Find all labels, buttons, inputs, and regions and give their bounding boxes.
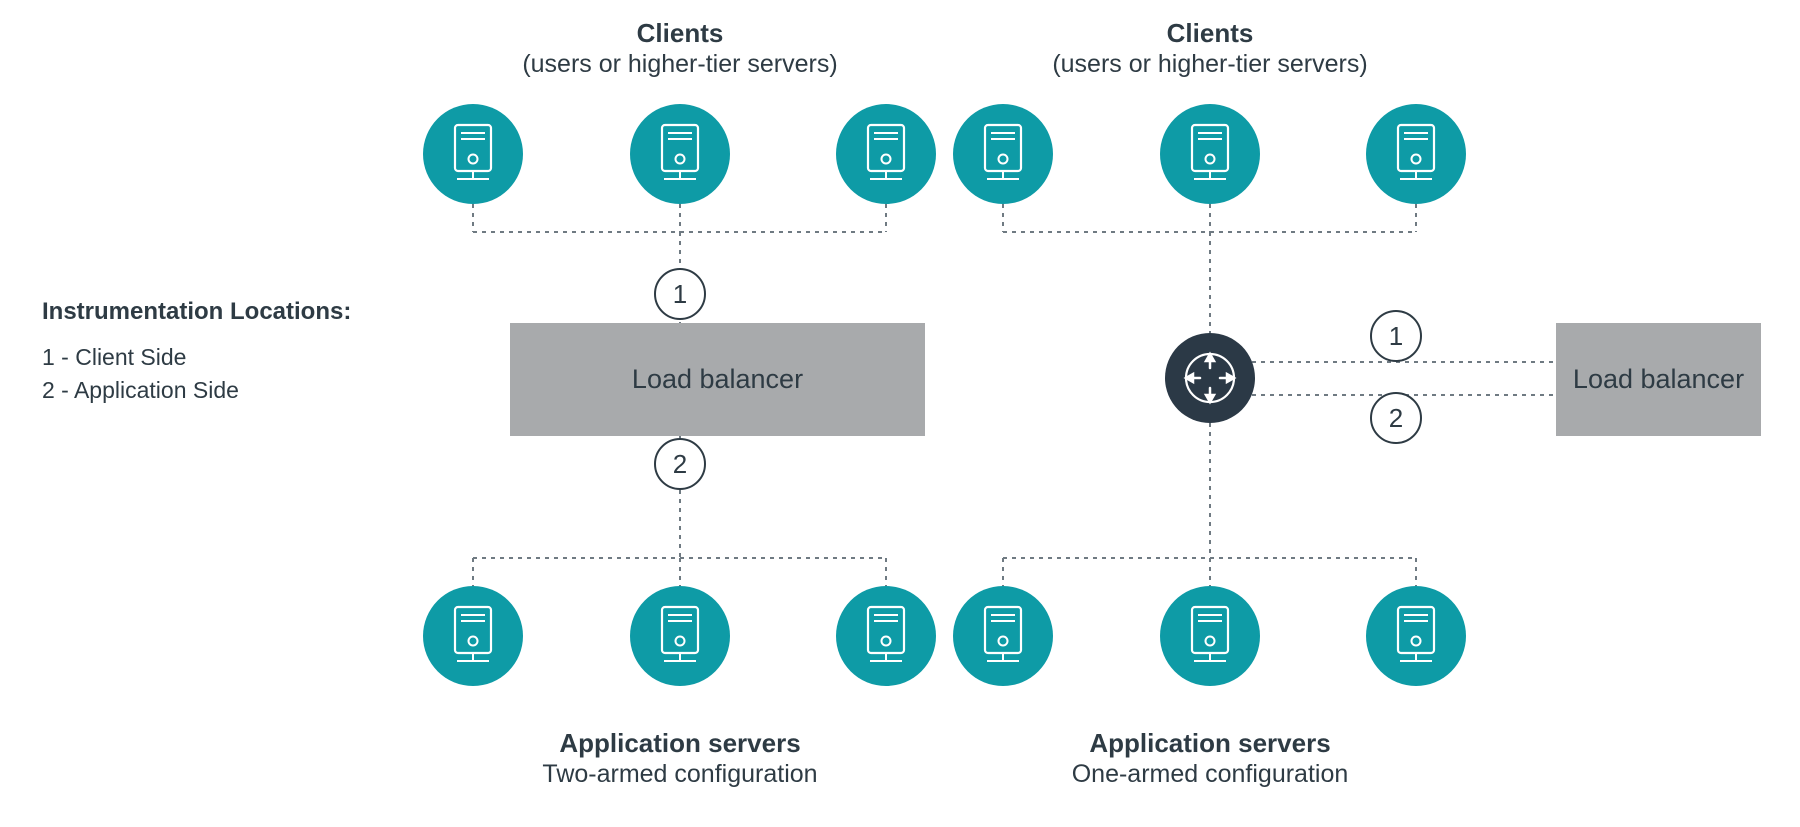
right-servers-title: Application servers <box>1010 728 1410 759</box>
legend: Instrumentation Locations: 1 - Client Si… <box>42 298 351 404</box>
right-client-server-1 <box>953 104 1053 204</box>
server-icon <box>1180 119 1240 189</box>
right-app-server-2 <box>1160 586 1260 686</box>
router-node <box>1165 333 1255 423</box>
marker-label: 1 <box>673 279 687 310</box>
left-load-balancer: Load balancer <box>510 323 925 436</box>
server-icon <box>973 601 1033 671</box>
lb-label: Load balancer <box>1573 363 1744 395</box>
left-marker-2: 2 <box>654 438 706 490</box>
left-servers-title: Application servers <box>480 728 880 759</box>
server-icon <box>1386 601 1446 671</box>
left-client-server-3 <box>836 104 936 204</box>
server-icon <box>443 119 503 189</box>
right-app-server-3 <box>1366 586 1466 686</box>
marker-label: 1 <box>1389 321 1403 352</box>
left-app-server-3 <box>836 586 936 686</box>
right-clients-subtitle: (users or higher-tier servers) <box>1010 50 1410 79</box>
server-icon <box>1386 119 1446 189</box>
right-app-server-1 <box>953 586 1053 686</box>
right-clients-title: Clients <box>1010 18 1410 49</box>
server-icon <box>1180 601 1240 671</box>
legend-line-2: 2 - Application Side <box>42 377 351 404</box>
marker-label: 2 <box>673 449 687 480</box>
lb-label: Load balancer <box>632 364 803 395</box>
right-client-server-2 <box>1160 104 1260 204</box>
right-marker-1: 1 <box>1370 310 1422 362</box>
server-icon <box>856 601 916 671</box>
server-icon <box>650 119 710 189</box>
marker-label: 2 <box>1389 403 1403 434</box>
server-icon <box>856 119 916 189</box>
right-marker-2: 2 <box>1370 392 1422 444</box>
left-app-server-1 <box>423 586 523 686</box>
right-client-server-3 <box>1366 104 1466 204</box>
left-clients-subtitle: (users or higher-tier servers) <box>480 50 880 79</box>
left-clients-title: Clients <box>480 18 880 49</box>
left-client-server-2 <box>630 104 730 204</box>
left-client-server-1 <box>423 104 523 204</box>
left-app-server-2 <box>630 586 730 686</box>
legend-line-1: 1 - Client Side <box>42 344 351 371</box>
router-icon <box>1180 348 1240 408</box>
server-icon <box>973 119 1033 189</box>
left-marker-1: 1 <box>654 268 706 320</box>
left-config-label: Two-armed configuration <box>480 760 880 789</box>
right-load-balancer: Load balancer <box>1556 323 1761 436</box>
right-config-label: One-armed configuration <box>1010 760 1410 789</box>
legend-title: Instrumentation Locations: <box>42 298 351 326</box>
server-icon <box>443 601 503 671</box>
server-icon <box>650 601 710 671</box>
